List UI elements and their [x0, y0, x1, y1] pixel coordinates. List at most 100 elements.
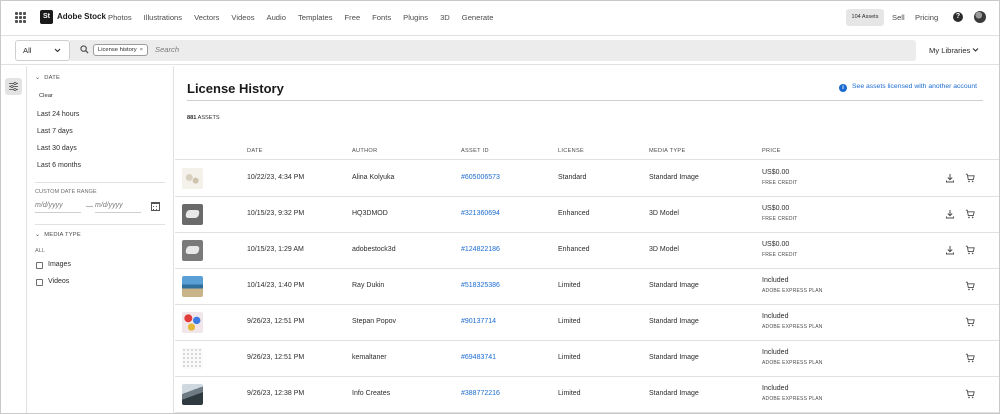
- nav-photos[interactable]: Photos: [108, 13, 132, 22]
- table-row[interactable]: 10/14/23, 1:40 PM Ray Dukin #518325386 L…: [175, 268, 999, 305]
- search-icon[interactable]: [80, 45, 89, 54]
- cart-icon[interactable]: [965, 245, 975, 255]
- date-option-24h[interactable]: Last 24 hours: [37, 111, 79, 118]
- cart-icon[interactable]: [965, 209, 975, 219]
- avatar[interactable]: [974, 11, 986, 23]
- cart-icon[interactable]: [965, 173, 975, 183]
- top-navigation: St Adobe Stock Photos Illustrations Vect…: [1, 1, 999, 35]
- asset-thumbnail[interactable]: [182, 240, 203, 261]
- search-input[interactable]: License history × Search: [70, 40, 916, 61]
- sell-link[interactable]: Sell: [892, 13, 905, 22]
- videos-checkbox[interactable]: [36, 279, 43, 286]
- calendar-icon[interactable]: [151, 202, 160, 211]
- row-asset-id-link[interactable]: #69483741: [461, 354, 496, 361]
- nav-audio[interactable]: Audio: [267, 13, 286, 22]
- row-asset-id-link[interactable]: #605006573: [461, 174, 500, 181]
- filters-toggle-button[interactable]: [5, 78, 22, 95]
- download-icon[interactable]: [945, 173, 955, 183]
- row-price: Included: [762, 385, 789, 392]
- row-author: Info Creates: [352, 390, 391, 397]
- column-author[interactable]: AUTHOR: [352, 148, 377, 154]
- pricing-link[interactable]: Pricing: [915, 13, 938, 22]
- table-row[interactable]: 10/15/23, 9:32 PM HQ3DMOD #321360694 Enh…: [175, 196, 999, 233]
- nav-3d[interactable]: 3D: [440, 13, 450, 22]
- asset-thumbnail[interactable]: [182, 168, 203, 189]
- media-type-filter-header[interactable]: ⌄ MEDIA TYPE: [35, 231, 81, 238]
- date-from-field[interactable]: m/d/yyyy: [35, 202, 81, 213]
- help-icon[interactable]: ?: [953, 12, 963, 22]
- row-asset-id-link[interactable]: #388772216: [461, 390, 500, 397]
- row-asset-id-link[interactable]: #518325386: [461, 282, 500, 289]
- column-date[interactable]: DATE: [247, 148, 263, 154]
- category-nav: Photos Illustrations Vectors Videos Audi…: [108, 13, 505, 22]
- column-license[interactable]: LICENSE: [558, 148, 584, 154]
- row-date: 10/14/23, 1:40 PM: [247, 282, 305, 289]
- assets-count-button[interactable]: 104 Assets: [846, 9, 884, 26]
- filter-sidebar: ⌄ DATE Clear Last 24 hours Last 7 days La…: [27, 66, 174, 413]
- row-license: Enhanced: [558, 210, 590, 217]
- my-libraries-button[interactable]: My Libraries: [929, 46, 979, 55]
- cart-icon[interactable]: [965, 281, 975, 291]
- nav-vectors[interactable]: Vectors: [194, 13, 219, 22]
- license-history-filter-chip[interactable]: License history ×: [93, 44, 149, 56]
- asset-thumbnail[interactable]: [182, 312, 203, 333]
- column-media-type[interactable]: MEDIA TYPE: [649, 148, 685, 154]
- other-account-link-label: See assets licensed with another account: [852, 83, 978, 90]
- scope-select-value: All: [23, 46, 32, 55]
- table-row[interactable]: 10/22/23, 4:34 PM Alina Kolyuka #6050065…: [175, 160, 999, 197]
- row-asset-id-link[interactable]: #321360694: [461, 210, 500, 217]
- nav-plugins[interactable]: Plugins: [403, 13, 428, 22]
- row-media-type: 3D Model: [649, 246, 679, 253]
- row-price-note: ADOBE EXPRESS PLAN: [762, 288, 823, 294]
- adobe-stock-logo[interactable]: St: [40, 10, 53, 24]
- chevron-down-icon: [973, 48, 979, 52]
- row-price-note: FREE CREDIT: [762, 252, 798, 258]
- images-label[interactable]: Images: [48, 261, 71, 268]
- asset-thumbnail[interactable]: [182, 384, 203, 405]
- row-asset-id-link[interactable]: #124822186: [461, 246, 500, 253]
- images-checkbox[interactable]: [36, 262, 43, 269]
- nav-illustrations[interactable]: Illustrations: [144, 13, 182, 22]
- clear-date-button[interactable]: Clear: [39, 93, 53, 99]
- nav-videos[interactable]: Videos: [231, 13, 254, 22]
- scope-select[interactable]: All: [15, 40, 70, 61]
- nav-free[interactable]: Free: [345, 13, 361, 22]
- close-icon[interactable]: ×: [140, 47, 143, 53]
- chip-label: License history: [98, 47, 137, 53]
- table-row[interactable]: 9/26/23, 12:51 PM kemaltaner #69483741 L…: [175, 340, 999, 377]
- divider: [35, 182, 165, 183]
- download-icon[interactable]: [945, 245, 955, 255]
- table-row[interactable]: 10/15/23, 1:29 AM adobestock3d #12482218…: [175, 232, 999, 269]
- date-option-7d[interactable]: Last 7 days: [37, 128, 73, 135]
- app-switcher-icon[interactable]: [15, 12, 26, 23]
- date-option-6m[interactable]: Last 6 months: [37, 162, 81, 169]
- chevron-down-icon: ⌄: [35, 75, 41, 81]
- divider: [187, 100, 983, 101]
- table-row[interactable]: 9/26/23, 12:51 PM Stepan Popov #90137714…: [175, 304, 999, 341]
- column-price[interactable]: PRICE: [762, 148, 781, 154]
- cart-icon[interactable]: [965, 389, 975, 399]
- cart-icon[interactable]: [965, 317, 975, 327]
- date-filter-header[interactable]: ⌄ DATE: [35, 74, 60, 81]
- row-date: 9/26/23, 12:51 PM: [247, 318, 305, 325]
- videos-label[interactable]: Videos: [48, 278, 69, 285]
- chevron-down-icon: [54, 48, 61, 53]
- media-all-label: ALL: [35, 248, 45, 254]
- row-asset-id-link[interactable]: #90137714: [461, 318, 496, 325]
- nav-templates[interactable]: Templates: [298, 13, 333, 22]
- row-price: Included: [762, 277, 789, 284]
- cart-icon[interactable]: [965, 353, 975, 363]
- other-account-link[interactable]: i See assets licensed with another accoun…: [839, 83, 977, 92]
- asset-thumbnail[interactable]: [182, 348, 203, 369]
- asset-thumbnail[interactable]: [182, 204, 203, 225]
- nav-fonts[interactable]: Fonts: [372, 13, 391, 22]
- row-license: Enhanced: [558, 246, 590, 253]
- column-asset-id[interactable]: ASSET ID: [461, 148, 489, 154]
- brand-name[interactable]: Adobe Stock: [57, 12, 106, 21]
- nav-generate[interactable]: Generate: [462, 13, 494, 22]
- date-option-30d[interactable]: Last 30 days: [37, 145, 77, 152]
- asset-thumbnail[interactable]: [182, 276, 203, 297]
- download-icon[interactable]: [945, 209, 955, 219]
- date-to-field[interactable]: m/d/yyyy: [95, 202, 141, 213]
- table-row[interactable]: 9/26/23, 12:38 PM Info Creates #38877221…: [175, 376, 999, 413]
